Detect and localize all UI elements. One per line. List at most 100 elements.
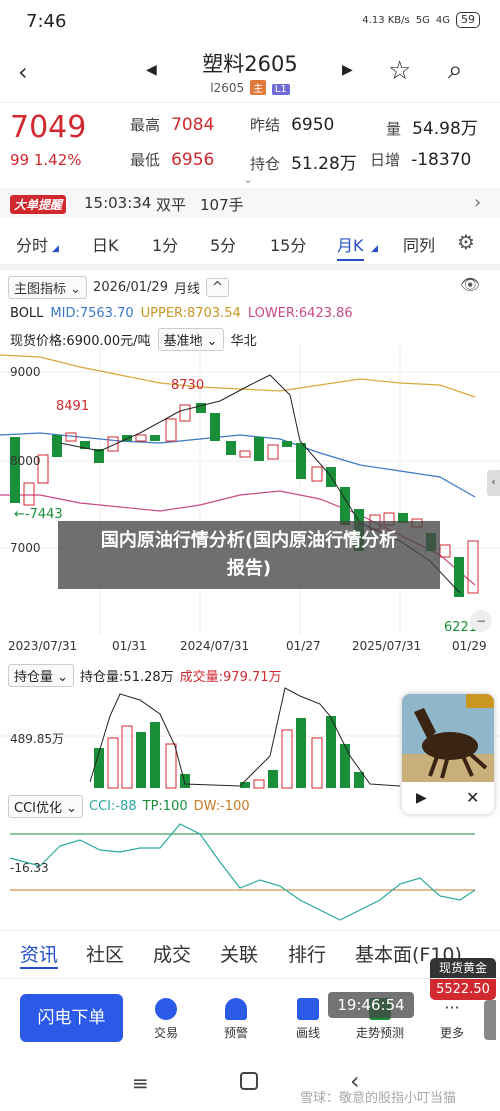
tab-related[interactable]: 关联 bbox=[220, 940, 258, 967]
side-drawer-handle[interactable] bbox=[484, 1000, 496, 1040]
pen-icon bbox=[297, 998, 319, 1020]
cci-dw: DW:-100 bbox=[193, 799, 250, 814]
boll-name: BOLL bbox=[10, 306, 44, 321]
oi-axis-label: 489.85万 bbox=[10, 732, 64, 746]
volume-legend: 成交量:979.71万 bbox=[179, 670, 282, 685]
floating-video-popup[interactable]: ▶ ✕ bbox=[402, 694, 494, 814]
tab-monthly-k[interactable]: 月K bbox=[337, 232, 364, 261]
l1-tag: L1 bbox=[271, 84, 290, 95]
tab-community[interactable]: 社区 bbox=[86, 940, 124, 967]
y-axis-8000: 8000 bbox=[10, 454, 41, 468]
play-icon[interactable]: ▶ bbox=[416, 790, 427, 806]
low-label: 最低 bbox=[130, 151, 161, 169]
boll-mid: MID:7563.70 bbox=[50, 306, 134, 321]
high-field: 最高 7084 bbox=[130, 114, 214, 135]
status-icons: 4.13 KB/s 5G 4G 59 bbox=[362, 12, 480, 28]
big-order-badge: 大单提醒 bbox=[10, 195, 67, 214]
menu-icon[interactable]: ≡ bbox=[132, 1071, 149, 1095]
chart-side-handle[interactable]: ‹ bbox=[487, 470, 500, 496]
low-value: 6956 bbox=[171, 150, 215, 170]
last-price: 7049 bbox=[10, 110, 87, 145]
divider bbox=[0, 930, 500, 931]
vol-label: 量 bbox=[386, 120, 402, 138]
indicator-period: 月线 bbox=[173, 282, 200, 297]
status-time: 7:46 bbox=[26, 11, 67, 32]
kline-chart[interactable] bbox=[0, 345, 500, 635]
news-banner[interactable]: 国内原油行情分析(国内原油行情分析 报告) bbox=[58, 521, 440, 589]
oi-label: 持仓 bbox=[250, 155, 281, 173]
date-label: 01/27 bbox=[286, 639, 321, 653]
home-icon[interactable] bbox=[240, 1072, 258, 1090]
tab-15min[interactable]: 15分 bbox=[270, 232, 306, 256]
network-5g: 5G bbox=[415, 14, 430, 26]
star-icon[interactable]: ☆ bbox=[388, 56, 411, 86]
prev-settle-field: 昨结 6950 bbox=[250, 114, 334, 135]
tab-news[interactable]: 资讯 bbox=[20, 940, 59, 969]
banner-line-2: 报告) bbox=[226, 558, 272, 579]
date-label: 2025/07/31 bbox=[352, 639, 422, 653]
spot-gold-card[interactable]: 现货黄金 5522.50 bbox=[430, 958, 496, 1000]
y-axis-9000: 9000 bbox=[10, 365, 41, 379]
volume-bars bbox=[94, 716, 364, 789]
oi-value: 51.28万 bbox=[291, 154, 357, 174]
high-value: 7084 bbox=[171, 115, 215, 135]
boll-legend: BOLL MID:7563.70 UPPER:8703.54 LOWER:642… bbox=[10, 306, 353, 321]
oi-value-legend: 持仓量:51.28万 bbox=[80, 670, 174, 685]
high-mark-label: 8730 bbox=[171, 378, 205, 393]
alert-button[interactable]: 预警 bbox=[206, 998, 266, 1041]
vol-value: 54.98万 bbox=[412, 119, 478, 139]
tab-1min[interactable]: 1分 bbox=[152, 232, 178, 256]
date-label: 2024/07/31 bbox=[180, 639, 250, 653]
eye-icon[interactable]: 👁 bbox=[460, 275, 480, 294]
indicator-date: 2026/01/29 bbox=[93, 280, 168, 295]
time-toast: 19:46:54 bbox=[328, 992, 414, 1018]
main-indicator-select[interactable]: 主图指标 ⌄ bbox=[8, 276, 88, 299]
date-axis: 2023/07/31 01/31 2024/07/31 01/27 2025/0… bbox=[0, 637, 500, 657]
tab-peer[interactable]: 同列 bbox=[403, 232, 435, 256]
collapse-icon[interactable]: ^ bbox=[206, 278, 229, 297]
tab-ranking[interactable]: 排行 bbox=[288, 940, 326, 967]
ticker-type: 双平 bbox=[156, 196, 187, 214]
trade-icon bbox=[155, 998, 177, 1020]
ticker-qty: 107手 bbox=[200, 196, 244, 214]
chevron-right-icon: › bbox=[474, 192, 482, 213]
boll-upper: UPPER:8703.54 bbox=[140, 306, 241, 321]
prev-value: 6950 bbox=[291, 115, 335, 135]
volume-field: 量 54.98万 bbox=[386, 114, 478, 139]
expand-icon[interactable]: ⌄ bbox=[243, 172, 253, 186]
gold-label: 现货黄金 bbox=[430, 958, 496, 979]
battery-icon: 59 bbox=[456, 12, 480, 28]
watermark: 雪球：敬意的股指小叮当猫 bbox=[300, 1091, 457, 1106]
flash-order-button[interactable]: 闪电下单 bbox=[20, 994, 123, 1042]
cci-value: CCI:-88 bbox=[89, 799, 137, 814]
search-icon[interactable]: ⌕ bbox=[448, 55, 463, 86]
tab-daily-k[interactable]: 日K bbox=[92, 232, 119, 256]
horse-thumbnail bbox=[402, 694, 494, 782]
high-label: 最高 bbox=[130, 116, 161, 134]
network-speed: 4.13 KB/s bbox=[362, 14, 410, 26]
gear-icon[interactable]: ⚙ bbox=[457, 230, 475, 254]
cci-axis-label: -16.33 bbox=[10, 861, 49, 875]
tab-trades[interactable]: 成交 bbox=[153, 940, 191, 967]
zoom-out-icon[interactable]: − bbox=[470, 610, 492, 632]
more-button[interactable]: ··· 更多 bbox=[422, 998, 482, 1041]
y-axis-7000: 7000 bbox=[10, 541, 41, 555]
intraday-dropdown-icon: ◢ bbox=[52, 244, 59, 254]
date-label: 2023/07/31 bbox=[8, 639, 78, 653]
tab-5min[interactable]: 5分 bbox=[210, 232, 236, 256]
trade-button[interactable]: 交易 bbox=[136, 998, 196, 1041]
contract-code: l2605 bbox=[210, 81, 245, 95]
contract-code-row: l2605 主 L1 bbox=[0, 80, 500, 95]
bell-icon bbox=[225, 998, 247, 1020]
cci-chart[interactable] bbox=[0, 814, 500, 924]
main-contract-tag: 主 bbox=[249, 80, 266, 95]
gold-price: 5522.50 bbox=[430, 979, 496, 1000]
prev-label: 昨结 bbox=[250, 116, 281, 134]
divider bbox=[0, 102, 500, 103]
big-order-ticker[interactable] bbox=[0, 188, 500, 218]
date-label: 01/29 bbox=[452, 639, 487, 653]
close-icon[interactable]: ✕ bbox=[466, 788, 479, 807]
change-value: 99 bbox=[10, 151, 30, 169]
oi-indicator-select[interactable]: 持仓量 ⌄ bbox=[8, 664, 75, 687]
tab-intraday[interactable]: 分时 bbox=[16, 232, 48, 256]
